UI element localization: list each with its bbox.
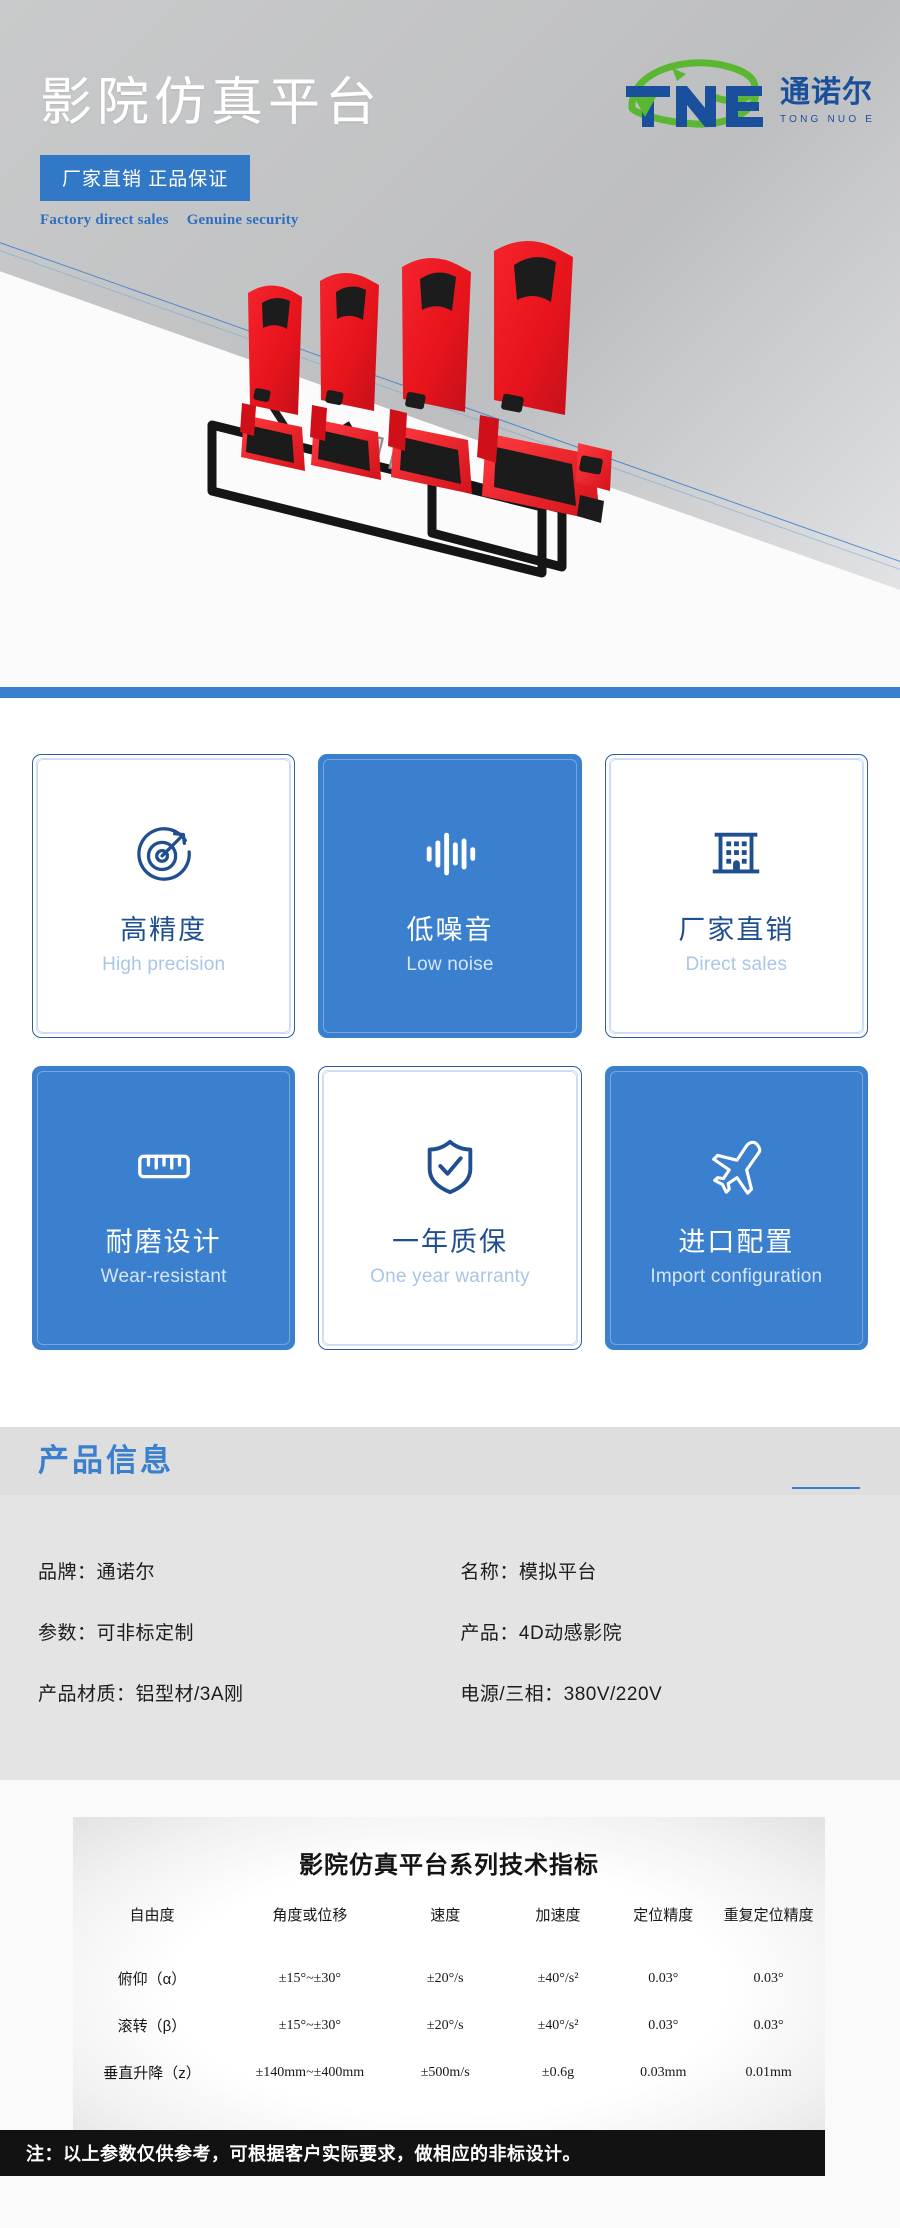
spec-cell: 0.01mm: [745, 2064, 792, 2080]
spec-cell: ±500m/s: [420, 2064, 470, 2080]
ruler-icon: [133, 1128, 195, 1204]
spec-table-row: 滚转（β） ±15°~±30° ±20°/s ±40°/s² 0.03° 0.0…: [73, 2002, 825, 2049]
feature-title-cn: 低噪音: [406, 914, 494, 945]
product-info-row: 参数：可非标定制: [38, 1623, 195, 1644]
spec-table-row: 垂直升降（z） ±140mm~±400mm ±500m/s ±0.6g 0.03…: [73, 2049, 825, 2096]
spec-cell: 0.03mm: [640, 2064, 687, 2080]
hero-subtitle-left: Factory direct sales: [40, 212, 169, 228]
product-info-body: 品牌：通诺尔 名称：模拟平台 参数：可非标定制 产品：4D动感影院 产品材质：铝…: [0, 1495, 900, 1780]
feature-title-en: High precision: [102, 954, 226, 976]
spec-cell: ±40°/s²: [537, 1970, 579, 1986]
feature-card-high-precision[interactable]: 高精度 High precision: [32, 754, 296, 1038]
section-divider-bar: [0, 687, 900, 698]
feature-title-cn: 耐磨设计: [105, 1226, 222, 1257]
product-info-heading: 产品信息: [38, 1443, 174, 1478]
feature-title-en: Low noise: [406, 954, 494, 976]
feature-title-en: Direct sales: [685, 954, 788, 976]
product-photo-theater-seats: [150, 175, 710, 625]
product-info-header: 产品信息: [0, 1427, 900, 1495]
feature-title-cn: 一年质保: [391, 1226, 508, 1257]
spec-cell: 0.03°: [648, 1970, 679, 1986]
spec-cell: 0.03°: [753, 1970, 784, 1986]
product-info-row: 名称：模拟平台: [460, 1562, 597, 1583]
feature-card-wear-resistant[interactable]: 耐磨设计 Wear-resistant: [32, 1066, 296, 1350]
spec-cell: ±20°/s: [426, 1970, 464, 1986]
spec-cell: 0.03°: [648, 2017, 679, 2033]
hero-badge: 厂家直销 正品保证: [40, 155, 251, 201]
spec-table-image: 影院仿真平台系列技术指标 自由度 角度或位移 速度 加速度 定位精度 重复定位精…: [73, 1817, 825, 2130]
spec-cell: 0.03°: [753, 2017, 784, 2033]
spec-cell: ±0.6g: [541, 2064, 575, 2080]
product-info-row: 品牌：通诺尔: [38, 1562, 156, 1583]
spec-table: 自由度 角度或位移 速度 加速度 定位精度 重复定位精度 俯仰（α） ±15°~…: [73, 1900, 825, 2096]
spec-table-title: 影院仿真平台系列技术指标: [299, 1852, 599, 1879]
product-detail-page: 影院仿真平台 厂家直销 正品保证 Factory direct sales Gen…: [0, 0, 900, 2228]
feature-card-direct-sales[interactable]: 厂家直销 Direct sales: [604, 754, 868, 1038]
spec-col-header: 定位精度: [633, 1907, 694, 1924]
feature-title-en: Wear-resistant: [100, 1266, 227, 1288]
brand-logo: 通诺尔 TONG NUO ER: [612, 50, 872, 136]
spec-cell: 滚转（β）: [117, 2018, 187, 2035]
sound-wave-icon: [419, 816, 481, 892]
product-info-underline: [792, 1487, 860, 1489]
factory-building-icon: [705, 816, 767, 892]
feature-title-en: One year warranty: [370, 1266, 530, 1288]
spec-table-row: 俯仰（α） ±15°~±30° ±20°/s ±40°/s² 0.03° 0.0…: [73, 1955, 825, 2002]
spec-col-header: 自由度: [129, 1907, 175, 1924]
spec-table-note: 注：以上参数仅供参考，可根据客户实际要求，做相应的非标设计。: [0, 2130, 825, 2176]
svg-text:通诺尔: 通诺尔: [780, 76, 872, 109]
feature-title-cn: 进口配置: [678, 1226, 795, 1257]
spec-cell: ±40°/s²: [537, 2017, 579, 2033]
spec-col-header: 速度: [430, 1907, 461, 1924]
spec-col-header: 角度或位移: [272, 1907, 348, 1924]
spec-cell: 俯仰（α）: [117, 1971, 187, 1988]
spec-col-header: 重复定位精度: [723, 1907, 814, 1924]
feature-title-cn: 高精度: [120, 914, 208, 945]
spec-cell: ±140mm~±400mm: [255, 2064, 365, 2080]
product-info-row: 产品材质：铝型材/3A刚: [38, 1684, 244, 1705]
product-info-row: 产品：4D动感影院: [460, 1623, 623, 1644]
page-title: 影院仿真平台: [40, 74, 383, 132]
feature-card-low-noise[interactable]: 低噪音 Low noise: [318, 754, 582, 1038]
spec-cell: ±15°~±30°: [278, 2017, 341, 2033]
feature-title-cn: 厂家直销: [678, 914, 795, 945]
feature-card-one-year-warranty[interactable]: 一年质保 One year warranty: [318, 1066, 582, 1350]
features-section: 高精度 High precision 低噪音 Low noise 厂家直销 Di…: [0, 698, 900, 1427]
hero-subtitle: Factory direct sales Genuine security: [40, 212, 317, 229]
product-info-grid: 品牌：通诺尔 名称：模拟平台 参数：可非标定制 产品：4D动感影院 产品材质：铝…: [0, 1557, 900, 1706]
target-arrow-icon: [133, 816, 195, 892]
spec-cell: ±15°~±30°: [278, 1970, 341, 1986]
airplane-icon: [705, 1128, 767, 1204]
feature-card-import-configuration[interactable]: 进口配置 Import configuration: [604, 1066, 868, 1350]
spec-cell: ±20°/s: [426, 2017, 464, 2033]
svg-text:TONG NUO ER: TONG NUO ER: [780, 114, 872, 125]
hero-banner: 影院仿真平台 厂家直销 正品保证 Factory direct sales Gen…: [0, 0, 900, 687]
features-grid: 高精度 High precision 低噪音 Low noise 厂家直销 Di…: [32, 754, 868, 1350]
shield-check-icon: [419, 1128, 481, 1204]
product-info-row: 电源/三相：380V/220V: [460, 1684, 663, 1705]
feature-title-en: Import configuration: [650, 1266, 823, 1288]
hero-subtitle-right: Genuine security: [186, 212, 299, 228]
spec-col-header: 加速度: [535, 1907, 581, 1924]
spec-cell: 垂直升降（z）: [103, 2065, 201, 2082]
spec-table-header-row: 自由度 角度或位移 速度 加速度 定位精度 重复定位精度: [73, 1900, 825, 1955]
